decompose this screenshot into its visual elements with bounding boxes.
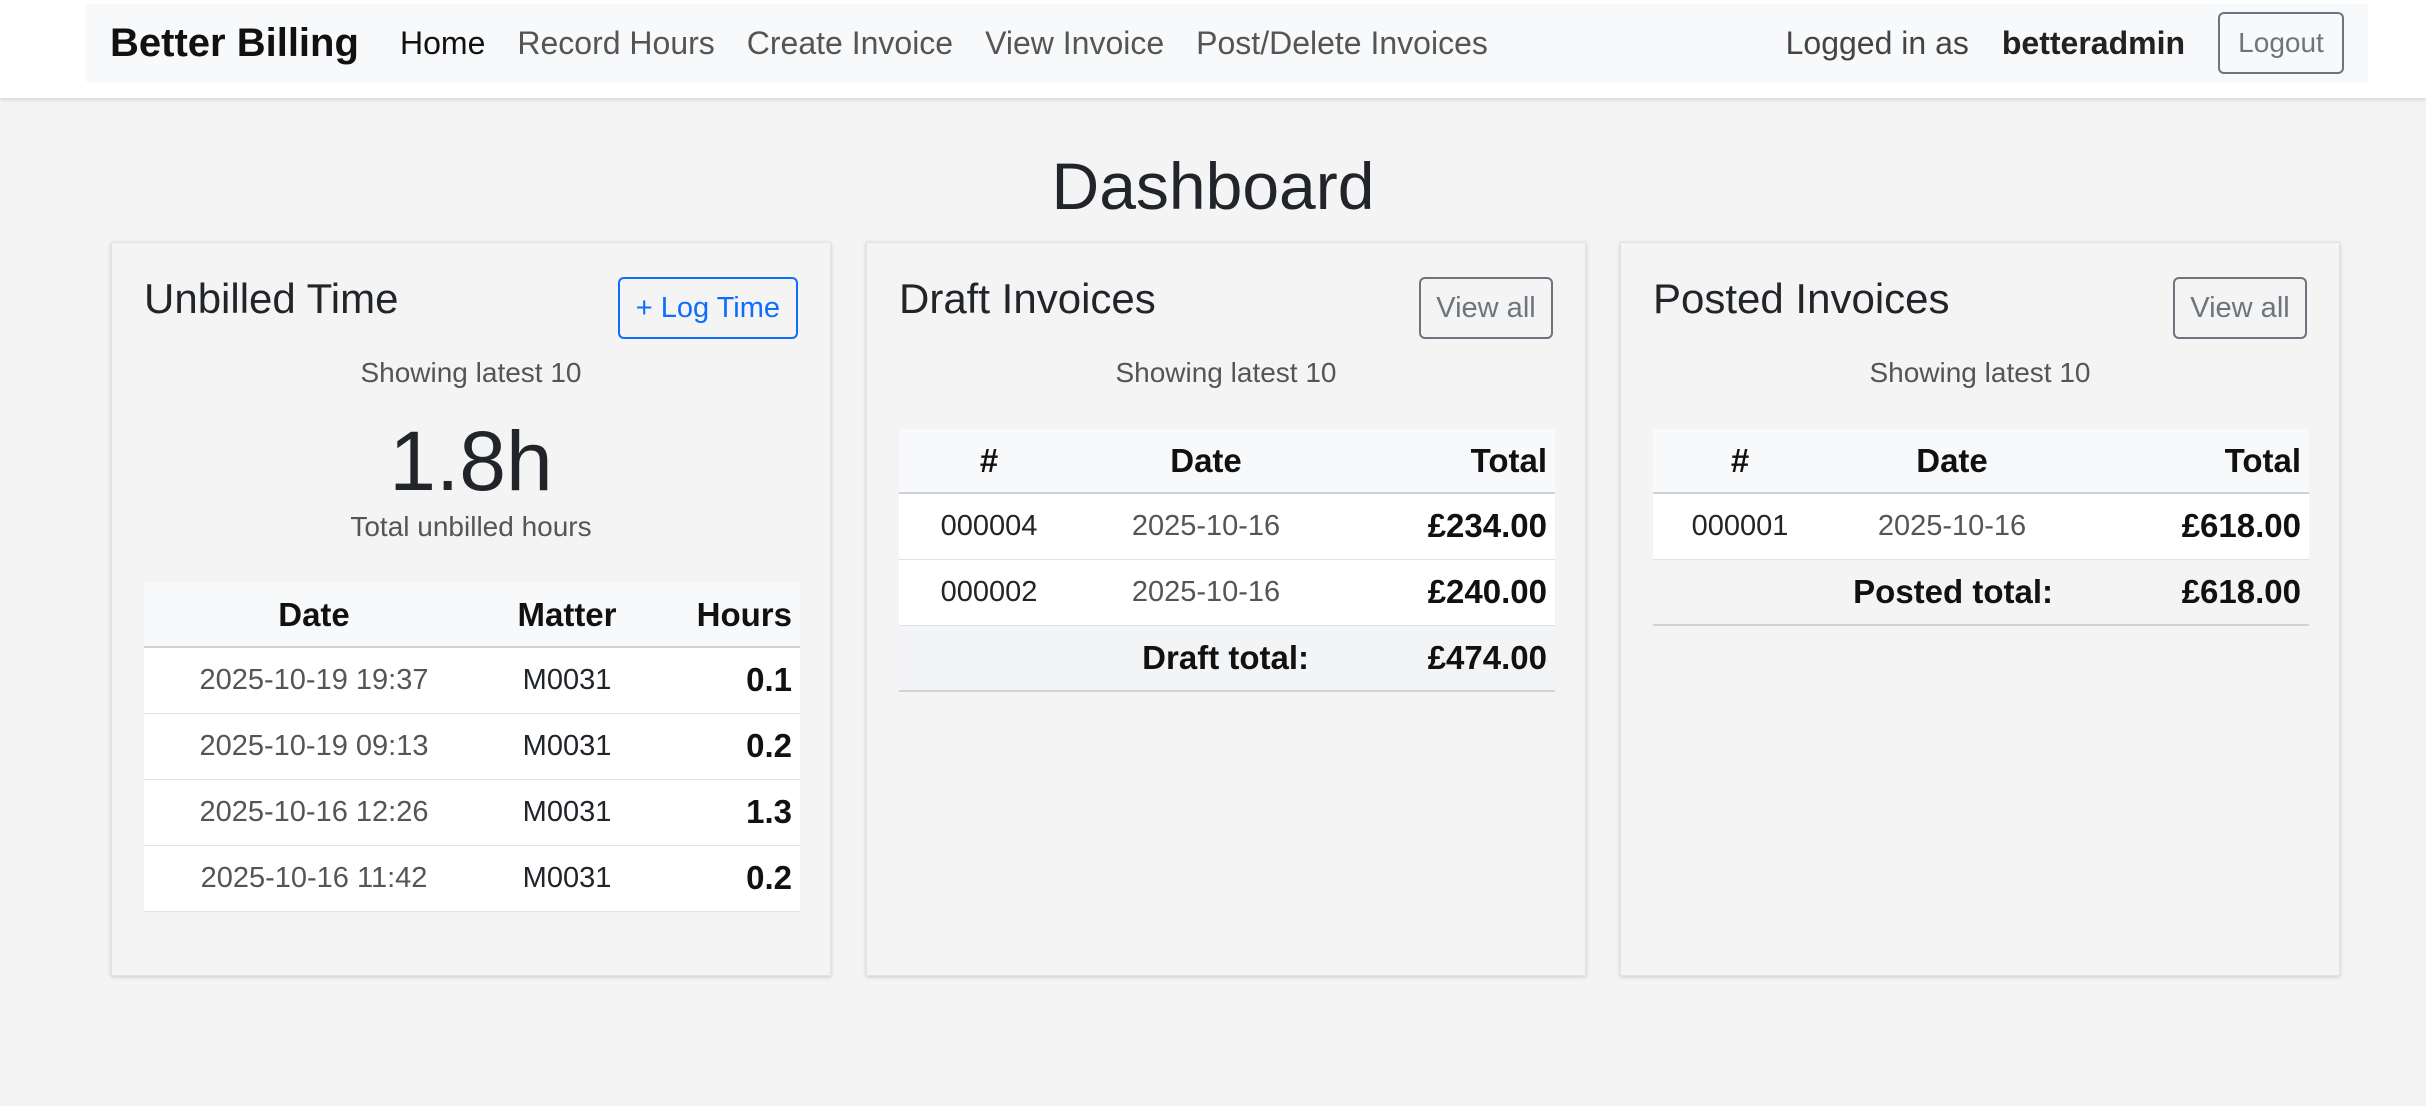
table-row[interactable]: 2025-10-16 12:26 M0031 1.3 bbox=[144, 779, 800, 846]
table-header-row: # Date Total bbox=[1653, 429, 2309, 494]
row-date: 2025-10-16 12:26 bbox=[144, 779, 484, 846]
row-total: £240.00 bbox=[1333, 559, 1555, 626]
row-date: 2025-10-19 09:13 bbox=[144, 713, 484, 780]
showing-latest-text: Showing latest 10 bbox=[360, 357, 582, 388]
user-area: Logged in as betteradmin Logout bbox=[1786, 12, 2344, 74]
page-title: Dashboard bbox=[1051, 149, 1375, 223]
posted-invoices-table: # Date Total 000001 2025-10-16 £618.00 P… bbox=[1653, 429, 2309, 626]
posted-total-value: £618.00 bbox=[2077, 559, 2309, 626]
row-date: 2025-10-16 bbox=[1079, 559, 1333, 626]
total-unbilled-hours-caption: Total unbilled hours bbox=[350, 511, 592, 542]
row-invoice-number: 000004 bbox=[899, 493, 1079, 560]
log-time-button[interactable]: + Log Time bbox=[617, 277, 798, 339]
row-hours: 0.2 bbox=[650, 713, 800, 780]
column-header-date: Date bbox=[1827, 429, 2077, 494]
table-row[interactable]: 2025-10-19 19:37 M0031 0.1 bbox=[144, 647, 800, 714]
row-date: 2025-10-19 19:37 bbox=[144, 647, 484, 714]
row-date: 2025-10-16 bbox=[1079, 493, 1333, 560]
row-matter: M0031 bbox=[484, 647, 650, 714]
row-matter: M0031 bbox=[484, 713, 650, 780]
column-header-total: Total bbox=[2077, 429, 2309, 494]
nav-view-invoice[interactable]: View Invoice bbox=[985, 25, 1164, 62]
row-total: £234.00 bbox=[1333, 493, 1555, 560]
unbilled-time-card: Unbilled Time + Log Time Showing latest … bbox=[111, 242, 831, 976]
nav-post-delete-invoices[interactable]: Post/Delete Invoices bbox=[1196, 25, 1488, 62]
username: betteradmin bbox=[2001, 24, 2185, 61]
navbar: Better Billing Home Record Hours Create … bbox=[86, 4, 2368, 82]
row-date: 2025-10-16 bbox=[1827, 493, 2077, 560]
draft-total-label: Draft total: bbox=[899, 625, 1333, 692]
row-invoice-number: 000002 bbox=[899, 559, 1079, 626]
row-hours: 0.2 bbox=[650, 845, 800, 912]
logged-in-label: Logged in as bbox=[1785, 24, 1969, 61]
draft-total-row: Draft total: £474.00 bbox=[899, 625, 1555, 692]
column-header-total: Total bbox=[1333, 429, 1555, 494]
nav-links: Home Record Hours Create Invoice View In… bbox=[400, 25, 1520, 62]
draft-total-value: £474.00 bbox=[1333, 625, 1555, 692]
row-invoice-number: 000001 bbox=[1653, 493, 1827, 560]
card-title: Posted Invoices bbox=[1653, 275, 1950, 322]
column-header-date: Date bbox=[1079, 429, 1333, 494]
showing-latest-text: Showing latest 10 bbox=[1115, 357, 1337, 388]
column-header-hours: Hours bbox=[650, 583, 800, 648]
row-hours: 1.3 bbox=[650, 779, 800, 846]
logout-button[interactable]: Logout bbox=[2218, 12, 2344, 74]
top-header: Better Billing Home Record Hours Create … bbox=[0, 0, 2426, 98]
view-all-posted-button[interactable]: View all bbox=[2173, 277, 2307, 339]
row-date: 2025-10-16 11:42 bbox=[144, 845, 484, 912]
posted-total-row: Posted total: £618.00 bbox=[1653, 559, 2309, 626]
total-unbilled-hours-value: 1.8h bbox=[389, 414, 553, 508]
column-header-date: Date bbox=[144, 583, 484, 648]
table-header-row: # Date Total bbox=[899, 429, 1555, 494]
card-title: Draft Invoices bbox=[899, 275, 1156, 322]
draft-invoices-card: Draft Invoices View all Showing latest 1… bbox=[866, 242, 1586, 976]
row-matter: M0031 bbox=[484, 779, 650, 846]
table-row[interactable]: 000002 2025-10-16 £240.00 bbox=[899, 559, 1555, 626]
unbilled-time-table: Date Matter Hours 2025-10-19 19:37 M0031… bbox=[144, 583, 800, 912]
column-header-number: # bbox=[899, 429, 1079, 494]
row-total: £618.00 bbox=[2077, 493, 2309, 560]
row-matter: M0031 bbox=[484, 845, 650, 912]
posted-invoices-card: Posted Invoices View all Showing latest … bbox=[1620, 242, 2340, 976]
nav-home[interactable]: Home bbox=[400, 25, 485, 62]
nav-record-hours[interactable]: Record Hours bbox=[517, 25, 714, 62]
brand-logo[interactable]: Better Billing bbox=[110, 21, 359, 66]
card-title: Unbilled Time bbox=[144, 275, 399, 322]
row-hours: 0.1 bbox=[650, 647, 800, 714]
nav-create-invoice[interactable]: Create Invoice bbox=[747, 25, 953, 62]
table-row[interactable]: 2025-10-19 09:13 M0031 0.2 bbox=[144, 713, 800, 780]
table-row[interactable]: 000001 2025-10-16 £618.00 bbox=[1653, 493, 2309, 560]
column-header-matter: Matter bbox=[484, 583, 650, 648]
table-header-row: Date Matter Hours bbox=[144, 583, 800, 648]
showing-latest-text: Showing latest 10 bbox=[1869, 357, 2091, 388]
posted-total-label: Posted total: bbox=[1653, 559, 2077, 626]
table-row[interactable]: 000004 2025-10-16 £234.00 bbox=[899, 493, 1555, 560]
table-row[interactable]: 2025-10-16 11:42 M0031 0.2 bbox=[144, 845, 800, 912]
draft-invoices-table: # Date Total 000004 2025-10-16 £234.00 0… bbox=[899, 429, 1555, 692]
column-header-number: # bbox=[1653, 429, 1827, 494]
view-all-drafts-button[interactable]: View all bbox=[1419, 277, 1553, 339]
